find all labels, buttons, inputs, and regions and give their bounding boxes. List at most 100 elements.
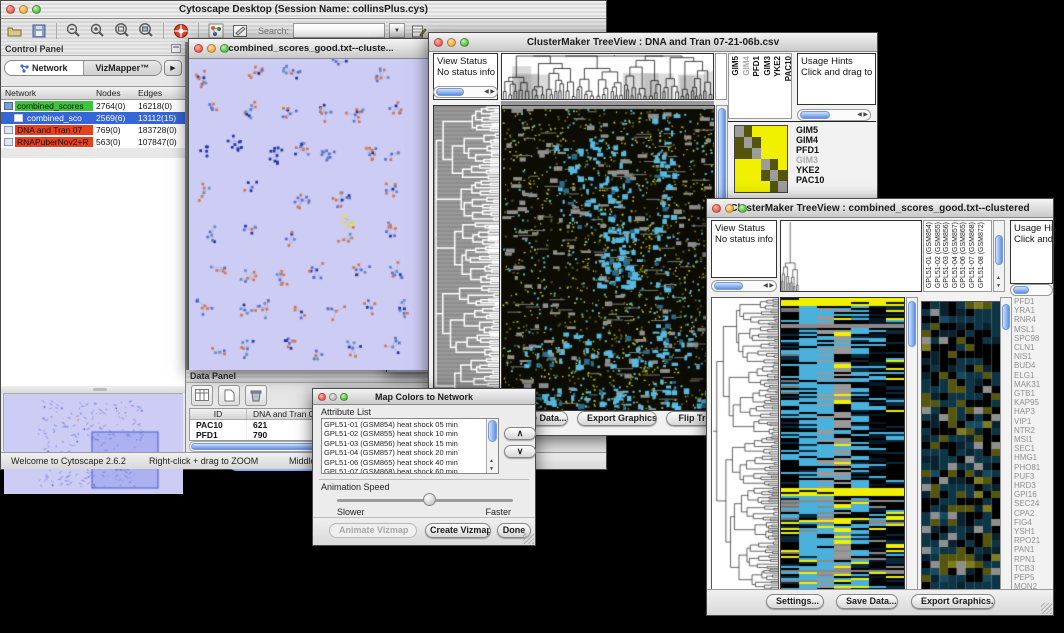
gene-label[interactable]: GIM3 <box>796 155 824 165</box>
network-list-row[interactable]: combined_scores 2764(0) 16218(0) <box>1 100 185 112</box>
gene-label[interactable]: SEC1 <box>1014 444 1054 453</box>
tv2-usage-hscrollbar[interactable] <box>1010 284 1053 296</box>
gene-label[interactable]: GPI16 <box>1014 490 1054 499</box>
column-dendrogram-canvas[interactable] <box>502 54 713 99</box>
gene-label[interactable]: MSL1 <box>1014 325 1054 334</box>
help-lifering-icon[interactable] <box>171 22 191 40</box>
attribute-listbox[interactable]: GPL51-01 (GSM854) heat shock 05 minGPL51… <box>321 418 499 474</box>
tv1-matrix-hscrollbar[interactable]: ◀ ▶ <box>797 109 871 121</box>
close-icon[interactable] <box>6 5 15 14</box>
gene-label[interactable]: KAP95 <box>1014 398 1054 407</box>
attribute-item[interactable]: GPL51-07 (GSM868) heat shock 60 min <box>322 467 498 474</box>
create-vizmap-button[interactable]: Create Vizmap <box>425 523 491 538</box>
minimize-icon[interactable] <box>447 38 456 47</box>
select-attributes-icon[interactable] <box>191 385 213 406</box>
main-title-bar[interactable]: Cytoscape Desktop (Session Name: collins… <box>1 1 606 19</box>
search-dropdown-button[interactable]: ▼ <box>389 23 405 38</box>
resize-grip[interactable] <box>523 533 534 544</box>
dialog-title-bar[interactable]: Map Colors to Network <box>313 389 535 405</box>
open-file-button[interactable] <box>5 22 25 40</box>
gene-label[interactable]: RPN1 <box>1014 555 1054 564</box>
minimize-icon[interactable] <box>19 5 28 14</box>
scroll-down-icon[interactable]: ▼ <box>996 283 1001 289</box>
zoom-window-icon[interactable] <box>32 5 41 14</box>
attribute-item[interactable]: GPL51-02 (GSM855) heat shock 10 min <box>322 429 498 438</box>
tab-vizmapper[interactable]: VizMapper™ <box>83 61 162 75</box>
zoom-window-icon[interactable] <box>340 393 348 401</box>
tv2-global-heatmap-canvas[interactable] <box>780 297 905 591</box>
export-graphics-button[interactable]: Export Graphics... <box>911 594 995 609</box>
treeview1-title-bar[interactable]: ClusterMaker TreeView : DNA and Tran 07-… <box>429 33 877 52</box>
gene-label[interactable]: YSH1 <box>1014 527 1054 536</box>
new-attribute-icon[interactable] <box>218 385 240 406</box>
close-icon[interactable] <box>434 38 443 47</box>
network-overview-canvas[interactable] <box>4 394 183 494</box>
network-list-row[interactable]: DNA and Tran 07 769(0) 183728(0) <box>1 124 185 136</box>
list-vscrollbar[interactable]: ▲ ▼ <box>486 419 498 473</box>
treeview2-title-bar[interactable]: ClusterMaker TreeView : combined_scores_… <box>707 199 1053 218</box>
gene-label[interactable]: PUF3 <box>1014 472 1054 481</box>
gene-label[interactable]: SPC98 <box>1014 334 1054 343</box>
gene-label[interactable]: VIP1 <box>1014 417 1054 426</box>
delete-attribute-icon[interactable] <box>245 385 267 406</box>
gene-label[interactable]: GTB1 <box>1014 389 1054 398</box>
gene-label[interactable]: TCB3 <box>1014 564 1054 573</box>
save-button[interactable] <box>29 22 49 40</box>
gene-label[interactable]: HMG1 <box>1014 453 1054 462</box>
attribute-item[interactable]: GPL51-06 (GSM865) heat shock 40 min <box>322 458 498 467</box>
network-overview-icon[interactable] <box>206 22 226 40</box>
tv2-zoom-heatmap-canvas[interactable] <box>921 301 1001 591</box>
close-icon[interactable] <box>318 393 326 401</box>
gene-label[interactable]: SEC24 <box>1014 499 1054 508</box>
gene-label[interactable]: PHO81 <box>1014 463 1054 472</box>
attribute-item[interactable]: GPL51-01 (GSM854) heat shock 05 min <box>322 420 498 429</box>
gene-label[interactable]: BUD4 <box>1014 361 1054 370</box>
tv1-export-graphics-button[interactable]: Export Graphics... <box>577 411 657 426</box>
minimize-icon[interactable] <box>329 393 337 401</box>
tv2-labels-vscrollbar[interactable]: ▲ ▼ <box>993 220 1005 292</box>
attribute-item[interactable]: GPL51-03 (GSM856) heat shock 15 min <box>322 439 498 448</box>
scroll-up-icon[interactable]: ▲ <box>489 458 494 464</box>
zoom-window-icon[interactable] <box>738 204 747 213</box>
speed-slider-thumb[interactable] <box>423 493 436 506</box>
column-dendrogram-canvas[interactable] <box>781 221 921 291</box>
gene-label[interactable]: GIM5 <box>796 125 824 135</box>
gene-label[interactable]: MSI1 <box>1014 435 1054 444</box>
search-input[interactable] <box>293 23 385 38</box>
scroll-down-icon[interactable]: ▼ <box>489 466 494 472</box>
settings-button[interactable]: Settings... <box>766 594 824 609</box>
gene-label[interactable]: HRD3 <box>1014 481 1054 490</box>
gene-label[interactable]: FIG4 <box>1014 518 1054 527</box>
move-up-button[interactable]: ∧ <box>504 427 536 440</box>
gene-label[interactable]: YRA1 <box>1014 306 1054 315</box>
zoom-selected-icon[interactable] <box>136 22 156 40</box>
gene-label[interactable]: HAP3 <box>1014 407 1054 416</box>
row-dendrogram-canvas[interactable] <box>711 297 779 591</box>
gene-label[interactable]: NTR2 <box>1014 426 1054 435</box>
gene-label[interactable]: GIM4 <box>796 135 824 145</box>
save-data-button[interactable]: Save Data... <box>836 594 898 609</box>
zoom-window-icon[interactable] <box>220 44 229 53</box>
correlation-matrix[interactable] <box>734 125 788 193</box>
zoom-window-icon[interactable] <box>460 38 469 47</box>
tv1-heatmap-canvas[interactable] <box>501 105 715 411</box>
gene-label[interactable]: MAK31 <box>1014 380 1054 389</box>
zoom-in-icon[interactable] <box>88 22 108 40</box>
gene-label[interactable]: PEP5 <box>1014 573 1054 582</box>
zoom-out-icon[interactable] <box>64 22 84 40</box>
minimize-icon[interactable] <box>207 44 216 53</box>
network-table-header[interactable]: Network Nodes Edges <box>1 86 185 100</box>
gene-label[interactable]: NIS1 <box>1014 352 1054 361</box>
network-overview-panel[interactable] <box>3 393 183 451</box>
zoom-fit-icon[interactable] <box>112 22 132 40</box>
animate-vizmap-button[interactable]: Animate Vizmap <box>329 523 417 538</box>
row-dendrogram-canvas[interactable] <box>433 105 500 411</box>
float-panel-icon[interactable] <box>171 44 181 53</box>
close-icon[interactable] <box>194 44 203 53</box>
gene-label[interactable]: PAN1 <box>1014 545 1054 554</box>
minimize-icon[interactable] <box>725 204 734 213</box>
tv2-column-dendrogram-panel[interactable] <box>780 220 922 292</box>
tv2-zoom-vscrollbar[interactable] <box>1000 297 1012 591</box>
gene-label[interactable]: PFD1 <box>1014 297 1054 306</box>
tv1-column-dendrogram-panel[interactable] <box>501 53 714 100</box>
